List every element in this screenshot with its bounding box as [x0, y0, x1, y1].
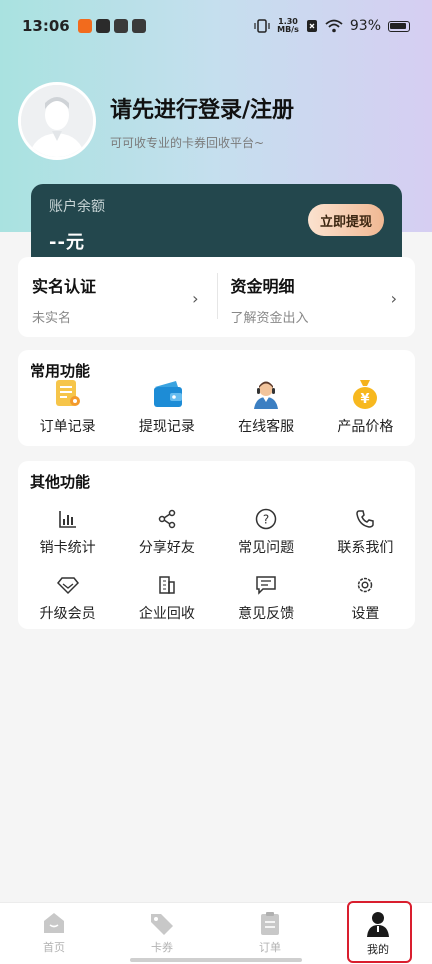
notification-icons: [77, 19, 146, 33]
svg-text:¥: ¥: [361, 392, 370, 407]
platform-slogan: 可可收专业的卡券回收平台~: [110, 135, 265, 150]
faq-button[interactable]: ? 常见问题: [217, 507, 316, 557]
wifi-icon: [325, 19, 343, 33]
app-notification-icon: [131, 19, 146, 33]
contact-us-button[interactable]: 联系我们: [316, 507, 415, 557]
verification-status: 未实名: [32, 311, 72, 326]
tab-orders[interactable]: 订单: [216, 903, 324, 964]
common-functions-card: 常用功能 订单记录 提现记录 在线客服 ¥ 产品价格: [18, 350, 415, 446]
bar-chart-icon: [56, 507, 80, 531]
question-icon: ?: [254, 507, 278, 531]
feedback-icon: [254, 573, 278, 597]
tag-icon: [151, 914, 173, 935]
product-price-button[interactable]: ¥ 产品价格: [316, 378, 415, 436]
svg-text:?: ?: [263, 513, 269, 527]
fund-details-subtitle: 了解资金出入: [230, 311, 309, 326]
profile-header[interactable]: 请先进行登录/注册 可可收专业的卡券回收平台~: [18, 82, 294, 160]
settings-button[interactable]: 设置: [316, 573, 415, 623]
home-icon: [44, 913, 64, 933]
fund-details-item[interactable]: 资金明细 了解资金出入 ›: [216, 257, 416, 337]
active-tab-highlight: [347, 901, 412, 963]
chevron-right-icon: ›: [390, 289, 397, 308]
app-notification-icon: [113, 19, 128, 33]
online-service-button[interactable]: 在线客服: [217, 378, 316, 436]
gear-icon: [353, 573, 377, 597]
battery-icon: [388, 20, 410, 32]
app-notification-icon: [77, 19, 92, 33]
verification-title: 实名认证: [32, 277, 97, 296]
feedback-button[interactable]: 意见反馈: [217, 573, 316, 623]
share-icon: [155, 507, 179, 531]
section-title: 其他功能: [30, 473, 91, 491]
balance-card: 账户余额 --元 立即提现: [31, 184, 402, 262]
upgrade-member-button[interactable]: 升级会员: [18, 573, 117, 623]
clipboard-icon: [261, 912, 279, 935]
tab-home[interactable]: 首页: [0, 903, 108, 964]
vibrate-icon: [254, 19, 270, 33]
fund-details-title: 资金明细: [230, 277, 295, 296]
phone-icon: [353, 507, 377, 531]
no-sim-icon: [306, 20, 317, 32]
withdraw-button[interactable]: 立即提现: [307, 204, 384, 236]
status-right: 1.30 MB/s 93%: [254, 18, 410, 34]
order-record-button[interactable]: 订单记录: [18, 378, 117, 436]
withdraw-record-button[interactable]: 提现记录: [117, 378, 216, 436]
order-record-icon: [53, 378, 83, 410]
account-info-card: 实名认证 未实名 › 资金明细 了解资金出入 ›: [18, 257, 415, 337]
wallet-icon: [152, 378, 182, 410]
status-bar: 13:06 1.30 MB/s 93%: [0, 0, 432, 52]
avatar[interactable]: [18, 82, 96, 160]
share-friends-button[interactable]: 分享好友: [117, 507, 216, 557]
diamond-icon: [56, 573, 80, 597]
app-notification-icon: [95, 19, 110, 33]
login-register-title[interactable]: 请先进行登录/注册: [110, 92, 294, 124]
tab-cards[interactable]: 卡券: [108, 903, 216, 964]
money-bag-icon: ¥: [350, 378, 380, 410]
status-time: 13:06: [22, 17, 70, 35]
default-avatar-icon: [21, 85, 93, 157]
real-name-verification-item[interactable]: 实名认证 未实名 ›: [18, 257, 217, 337]
card-sales-stats-button[interactable]: 销卡统计: [18, 507, 117, 557]
network-speed: 1.30 MB/s: [277, 17, 299, 34]
other-functions-card: 其他功能 销卡统计 分享好友 ? 常见问题 联系我们 升级会员 企业回收 意见反…: [18, 461, 415, 629]
building-icon: [155, 573, 179, 597]
enterprise-recycle-button[interactable]: 企业回收: [117, 573, 216, 623]
home-indicator[interactable]: [130, 958, 302, 962]
chevron-right-icon: ›: [192, 289, 199, 308]
battery-percent: 93%: [349, 18, 381, 34]
customer-service-icon: [251, 378, 281, 410]
